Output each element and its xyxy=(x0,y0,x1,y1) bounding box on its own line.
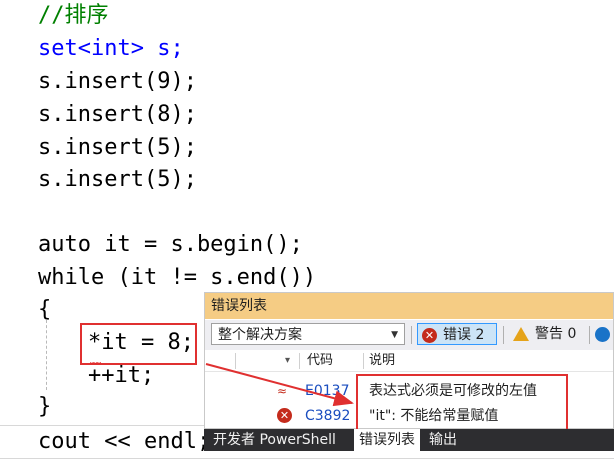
bottom-tab-bar: 开发者 PowerShell 错误列表 输出 xyxy=(204,429,614,451)
tab-output[interactable]: 输出 xyxy=(424,429,462,451)
annotation-arrow xyxy=(205,363,354,407)
tab-error-list[interactable]: 错误列表 xyxy=(354,429,420,451)
tab-developer-powershell[interactable]: 开发者 PowerShell xyxy=(208,429,341,451)
